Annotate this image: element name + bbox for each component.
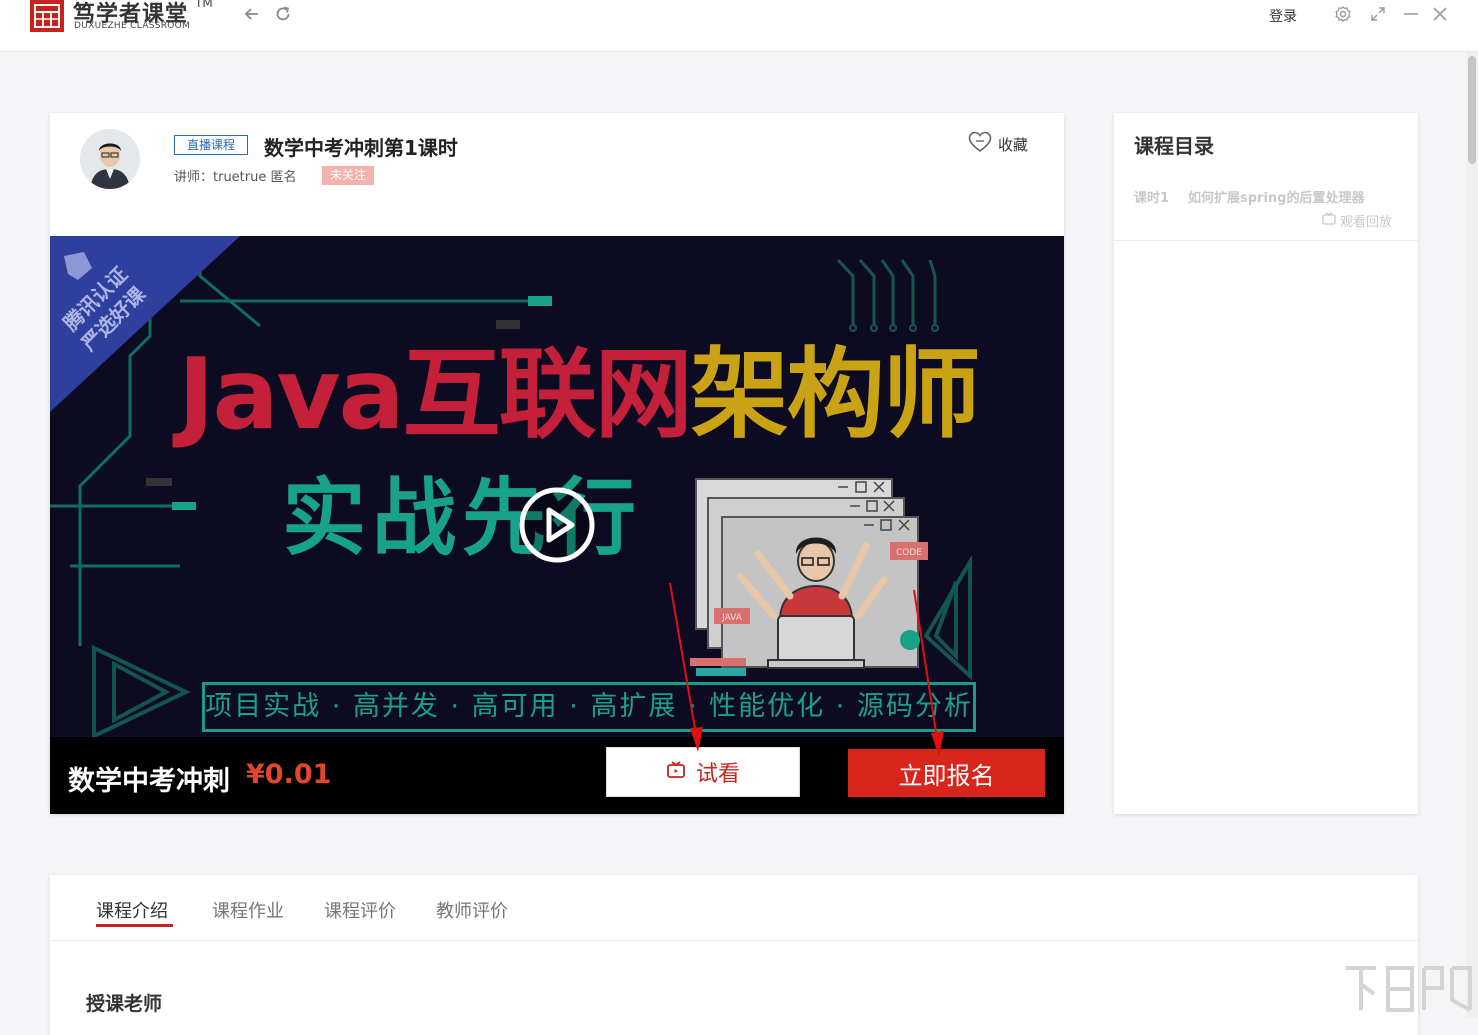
close-icon[interactable] xyxy=(1431,5,1449,23)
catalog-title: 课程目录 xyxy=(1134,134,1214,158)
trial-watch-button[interactable]: 试看 xyxy=(606,747,800,797)
course-catalog-panel: 课程目录 课时1 如何扩展spring的后置处理器 观看回放 xyxy=(1114,113,1418,814)
play-button[interactable] xyxy=(518,486,596,564)
purchase-bar: 数学中考冲刺 ¥0.01 试看 立即报名 xyxy=(50,737,1064,814)
scrollbar-track[interactable] xyxy=(1466,52,1478,1018)
logo-subtitle: DUXUEZHE CLASSROOM xyxy=(74,21,191,31)
active-tab-indicator xyxy=(96,924,173,927)
tv-icon xyxy=(666,760,686,785)
enroll-button[interactable]: 立即报名 xyxy=(848,749,1045,797)
tab-teacher-review[interactable]: 教师评价 xyxy=(436,897,508,923)
top-bar: 笃学者课堂 TM DUXUEZHE CLASSROOM 登录 xyxy=(0,0,1478,52)
video-player[interactable]: CODE JAVA 腾讯认证 严选好课 Java互联网架构师 实战先行 项目实战… xyxy=(50,236,1064,814)
heart-icon xyxy=(968,131,992,157)
minimize-icon[interactable] xyxy=(1402,5,1420,23)
tabs-divider xyxy=(50,940,1418,941)
headline-red-part: Java互联网 xyxy=(178,338,693,452)
catalog-divider xyxy=(1114,240,1418,241)
back-arrow-icon[interactable] xyxy=(242,4,262,24)
java-label: JAVA xyxy=(721,613,743,623)
trial-watch-label: 试看 xyxy=(695,762,740,787)
tab-course-review[interactable]: 课程评价 xyxy=(324,897,396,923)
course-title: 数学中考冲刺第1课时 xyxy=(264,136,458,160)
watch-replay-link[interactable]: 观看回放 xyxy=(1322,211,1392,230)
login-link[interactable]: 登录 xyxy=(1269,6,1297,26)
follow-status-button[interactable]: 未关注 xyxy=(322,166,375,185)
banner-features: 项目实战 · 高并发 · 高可用 · 高扩展 · 性能优化 · 源码分析 xyxy=(202,682,976,732)
purchase-price: ¥0.01 xyxy=(246,759,332,790)
code-label: CODE xyxy=(896,548,922,558)
favorite-label: 收藏 xyxy=(998,135,1029,154)
purchase-course-name: 数学中考冲刺 xyxy=(68,766,230,797)
teacher-avatar[interactable] xyxy=(80,129,140,189)
headline-gold-part: 架构师 xyxy=(690,338,981,452)
refresh-icon[interactable] xyxy=(273,4,293,24)
banner-headline: Java互联网架构师 xyxy=(178,346,981,444)
tab-course-intro[interactable]: 课程介绍 xyxy=(96,897,168,923)
fullscreen-icon[interactable] xyxy=(1369,5,1387,23)
favorite-button[interactable]: 收藏 xyxy=(968,131,1028,157)
tab-course-homework[interactable]: 课程作业 xyxy=(212,897,284,923)
scrollbar-thumb[interactable] xyxy=(1468,56,1476,164)
lesson-number[interactable]: 课时1 xyxy=(1134,187,1169,206)
live-course-tag: 直播课程 xyxy=(174,135,249,155)
replay-tv-icon xyxy=(1322,212,1336,229)
lesson-name[interactable]: 如何扩展spring的后置处理器 xyxy=(1188,187,1364,206)
logo-trademark: TM xyxy=(195,0,213,10)
teacher-info: 讲师：truetrue 匿名 xyxy=(174,170,297,185)
course-card: 直播课程 数学中考冲刺第1课时 讲师：truetrue 匿名 未关注 收藏 CO… xyxy=(50,113,1064,814)
watermark-logo xyxy=(1342,960,1476,1018)
settings-gear-icon[interactable] xyxy=(1334,5,1352,23)
watch-replay-label: 观看回放 xyxy=(1340,215,1393,230)
section-title-teachers: 授课老师 xyxy=(86,993,163,1015)
course-detail-tabs: 课程介绍 课程作业 课程评价 教师评价 授课老师 xyxy=(50,875,1418,1035)
play-icon xyxy=(519,487,595,563)
logo-icon xyxy=(30,0,64,32)
